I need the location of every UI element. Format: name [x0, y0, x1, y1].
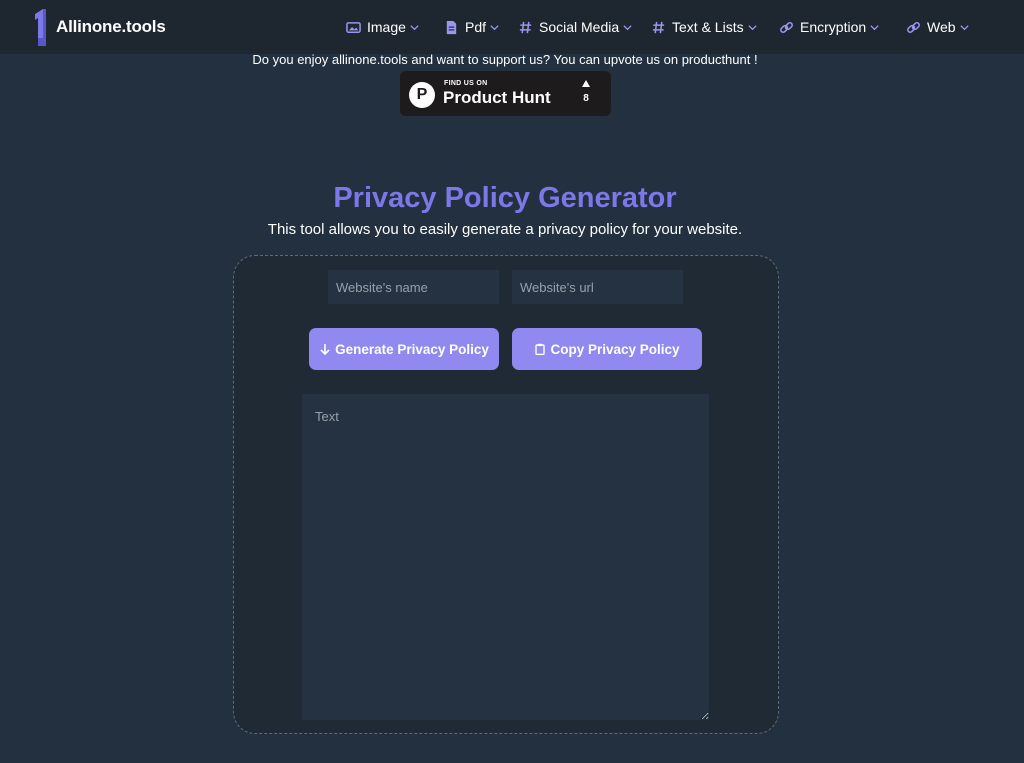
product-hunt-logo-icon: P: [409, 82, 435, 108]
nav-text-lists[interactable]: Text & Lists: [651, 16, 758, 38]
pdf-file-icon: [446, 20, 457, 34]
website-url-input[interactable]: [512, 270, 683, 304]
nav-encryption[interactable]: Encryption: [779, 16, 880, 38]
hashtag-icon: [652, 21, 665, 33]
nav-social-media[interactable]: Social Media: [518, 16, 633, 38]
chevron-down-icon: [959, 24, 969, 30]
chevron-down-icon: [747, 24, 757, 30]
chevron-down-icon: [623, 24, 632, 30]
top-navbar: Allinone.tools Image Pdf Social Media Te…: [0, 0, 1024, 54]
page-title: Privacy Policy Generator: [333, 182, 677, 214]
product-hunt-badge[interactable]: P FIND US ON Product Hunt 8: [400, 71, 611, 116]
nav-web-label: Web: [927, 19, 956, 35]
nav-pdf-label: Pdf: [465, 19, 487, 35]
product-hunt-find-label: FIND US ON: [444, 80, 488, 87]
product-hunt-vote: 8: [576, 80, 596, 104]
logo-one-icon: [35, 9, 46, 46]
clipboard-icon: [535, 343, 546, 355]
generate-button-label: Generate Privacy Policy: [335, 341, 489, 357]
chevron-down-icon: [870, 24, 879, 30]
generate-privacy-policy-button[interactable]: Generate Privacy Policy: [309, 328, 499, 370]
nav-web[interactable]: Web: [906, 16, 970, 38]
page-description: This tool allows you to easily generate …: [267, 221, 743, 238]
nav-image-label: Image: [367, 19, 406, 35]
support-message: Do you enjoy allinone.tools and want to …: [252, 52, 758, 67]
site-name: Allinone.tools: [56, 17, 166, 36]
chevron-down-icon: [490, 24, 499, 30]
privacy-policy-textarea[interactable]: [302, 394, 709, 720]
hashtag-icon: [519, 21, 532, 33]
copy-button-label: Copy Privacy Policy: [550, 341, 680, 357]
nav-pdf[interactable]: Pdf: [444, 16, 500, 38]
copy-privacy-policy-button[interactable]: Copy Privacy Policy: [512, 328, 702, 370]
nav-social-media-label: Social Media: [539, 19, 620, 35]
product-hunt-vote-count: 8: [583, 93, 589, 104]
link-icon: [907, 21, 920, 33]
image-icon: [346, 21, 361, 33]
website-name-input[interactable]: [328, 270, 499, 304]
product-hunt-name: Product Hunt: [443, 88, 551, 107]
chevron-down-icon: [410, 24, 419, 30]
link-icon: [780, 21, 793, 33]
nav-text-lists-label: Text & Lists: [672, 19, 744, 35]
nav-image[interactable]: Image: [346, 16, 420, 38]
nav-encryption-label: Encryption: [800, 19, 867, 35]
arrow-down-icon: [320, 344, 330, 355]
site-logo[interactable]: Allinone.tools: [32, 8, 166, 46]
upvote-arrow-icon: [582, 80, 590, 87]
